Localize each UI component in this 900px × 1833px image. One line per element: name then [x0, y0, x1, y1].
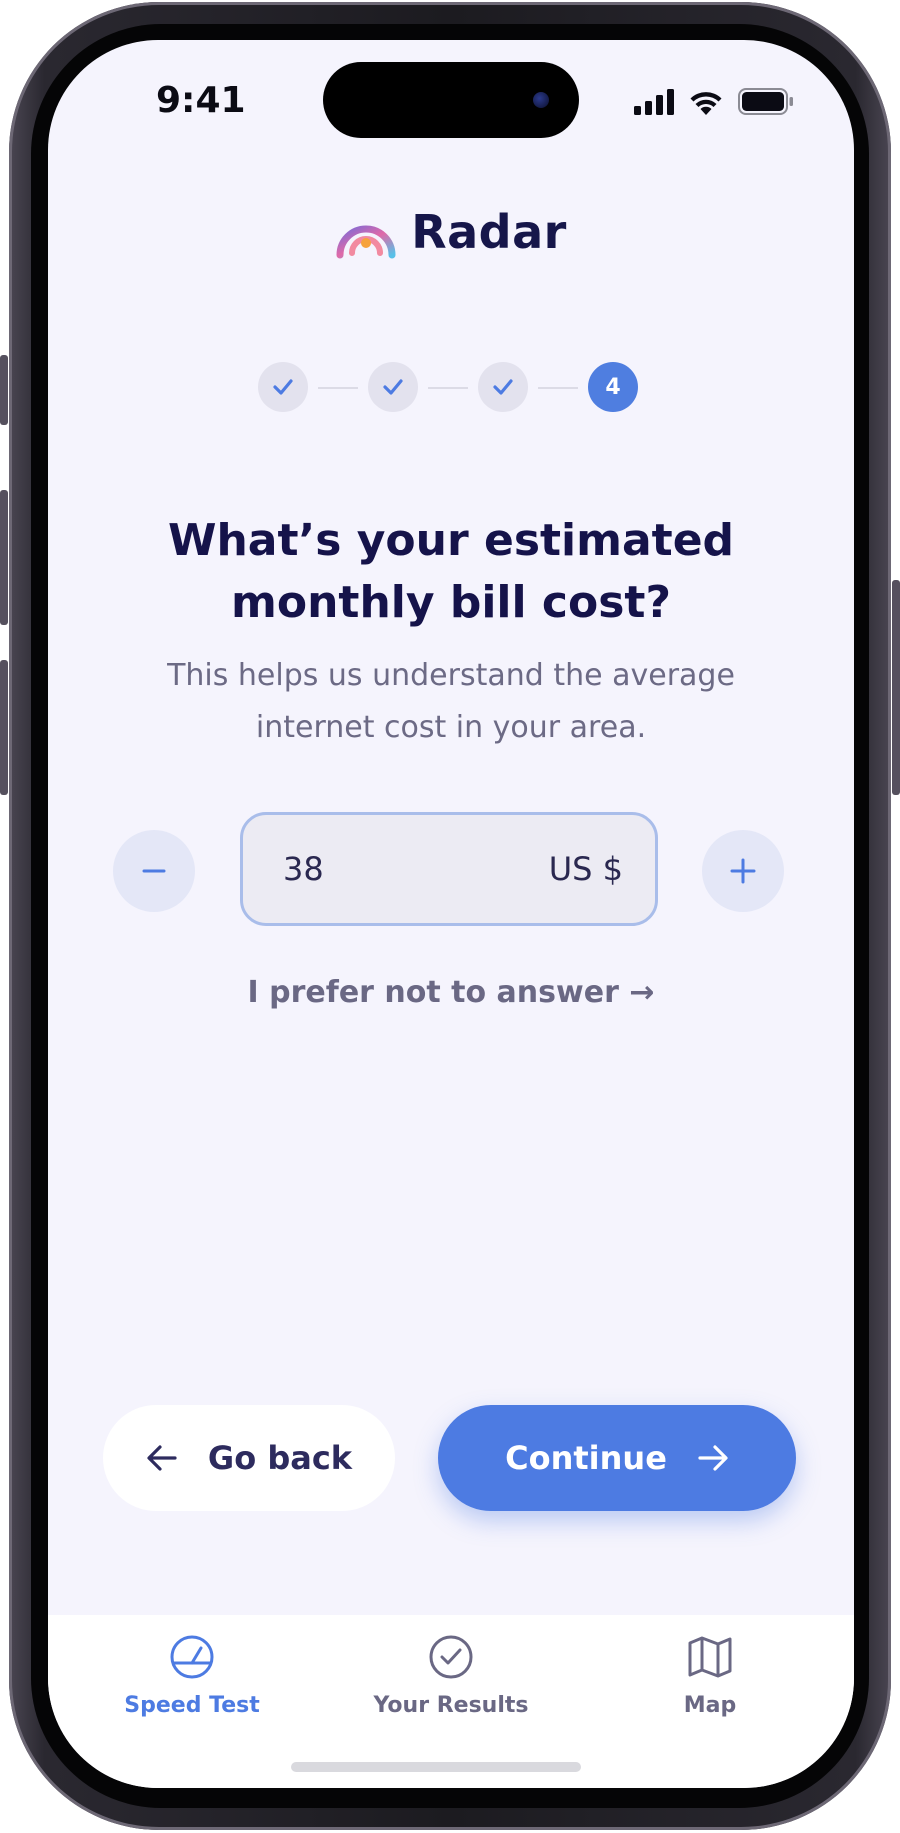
checkmark-icon — [273, 379, 293, 395]
continue-button[interactable]: Continue — [438, 1405, 796, 1511]
brand-logo: Radar — [48, 205, 854, 259]
tab-map-label: Map — [683, 1693, 737, 1718]
check-circle-icon — [429, 1635, 473, 1679]
go-back-button[interactable]: Go back — [103, 1405, 395, 1511]
volume-down-button — [0, 660, 8, 795]
step-3-complete — [478, 362, 528, 412]
step-4-current: 4 — [588, 362, 638, 412]
step-2-complete — [368, 362, 418, 412]
camera-icon — [533, 92, 549, 108]
step-connector — [428, 387, 468, 389]
status-time: 9:41 — [156, 80, 246, 121]
question-subtitle: This helps us understand the average int… — [128, 650, 774, 754]
question-title: What’s your estimated monthly bill cost? — [108, 510, 794, 634]
question-title-line-1: What’s your estimated — [167, 515, 735, 566]
cellular-signal-icon — [634, 89, 674, 115]
question-subtitle-line-1: This helps us understand the average — [167, 658, 735, 693]
amount-value[interactable]: 38 — [283, 850, 324, 888]
question-title-line-2: monthly bill cost? — [231, 577, 671, 628]
battery-icon — [738, 88, 793, 115]
arrow-left-icon — [147, 1445, 177, 1471]
question-subtitle-line-2: internet cost in your area. — [255, 710, 647, 745]
tab-your-results[interactable]: Your Results — [351, 1633, 551, 1718]
brand-name: Radar — [411, 205, 567, 259]
status-icons — [634, 88, 794, 115]
step-connector — [318, 387, 358, 389]
decrease-button[interactable] — [113, 830, 195, 912]
step-connector — [538, 387, 578, 389]
wifi-icon — [690, 92, 722, 115]
tab-speed-test[interactable]: Speed Test — [92, 1633, 292, 1718]
silent-switch — [0, 355, 8, 425]
progress-stepper: 4 — [258, 362, 638, 414]
checkmark-icon — [493, 379, 513, 395]
bill-amount-input[interactable]: 38 US $ — [240, 812, 658, 926]
checkmark-icon — [383, 379, 403, 395]
continue-label: Continue — [505, 1439, 667, 1477]
plus-icon — [730, 858, 756, 884]
radar-logo-icon — [336, 225, 396, 259]
minus-icon — [142, 869, 166, 873]
increase-button[interactable] — [702, 830, 784, 912]
arrow-right-icon — [698, 1445, 728, 1471]
tab-map[interactable]: Map — [610, 1633, 810, 1718]
home-indicator[interactable] — [291, 1762, 581, 1772]
map-icon — [688, 1636, 732, 1678]
volume-up-button — [0, 490, 8, 625]
go-back-label: Go back — [207, 1439, 353, 1477]
speedometer-icon — [170, 1635, 214, 1679]
currency-unit: US $ — [548, 850, 623, 888]
tab-speed-test-label: Speed Test — [124, 1693, 260, 1718]
tab-your-results-label: Your Results — [373, 1693, 529, 1718]
power-button — [892, 580, 900, 795]
prefer-not-to-answer-link[interactable]: I prefer not to answer → — [48, 975, 854, 1010]
app-screen: 9:41 Radar 4 What’s your estimated month… — [48, 40, 854, 1788]
dynamic-island — [323, 62, 579, 138]
step-1-complete — [258, 362, 308, 412]
